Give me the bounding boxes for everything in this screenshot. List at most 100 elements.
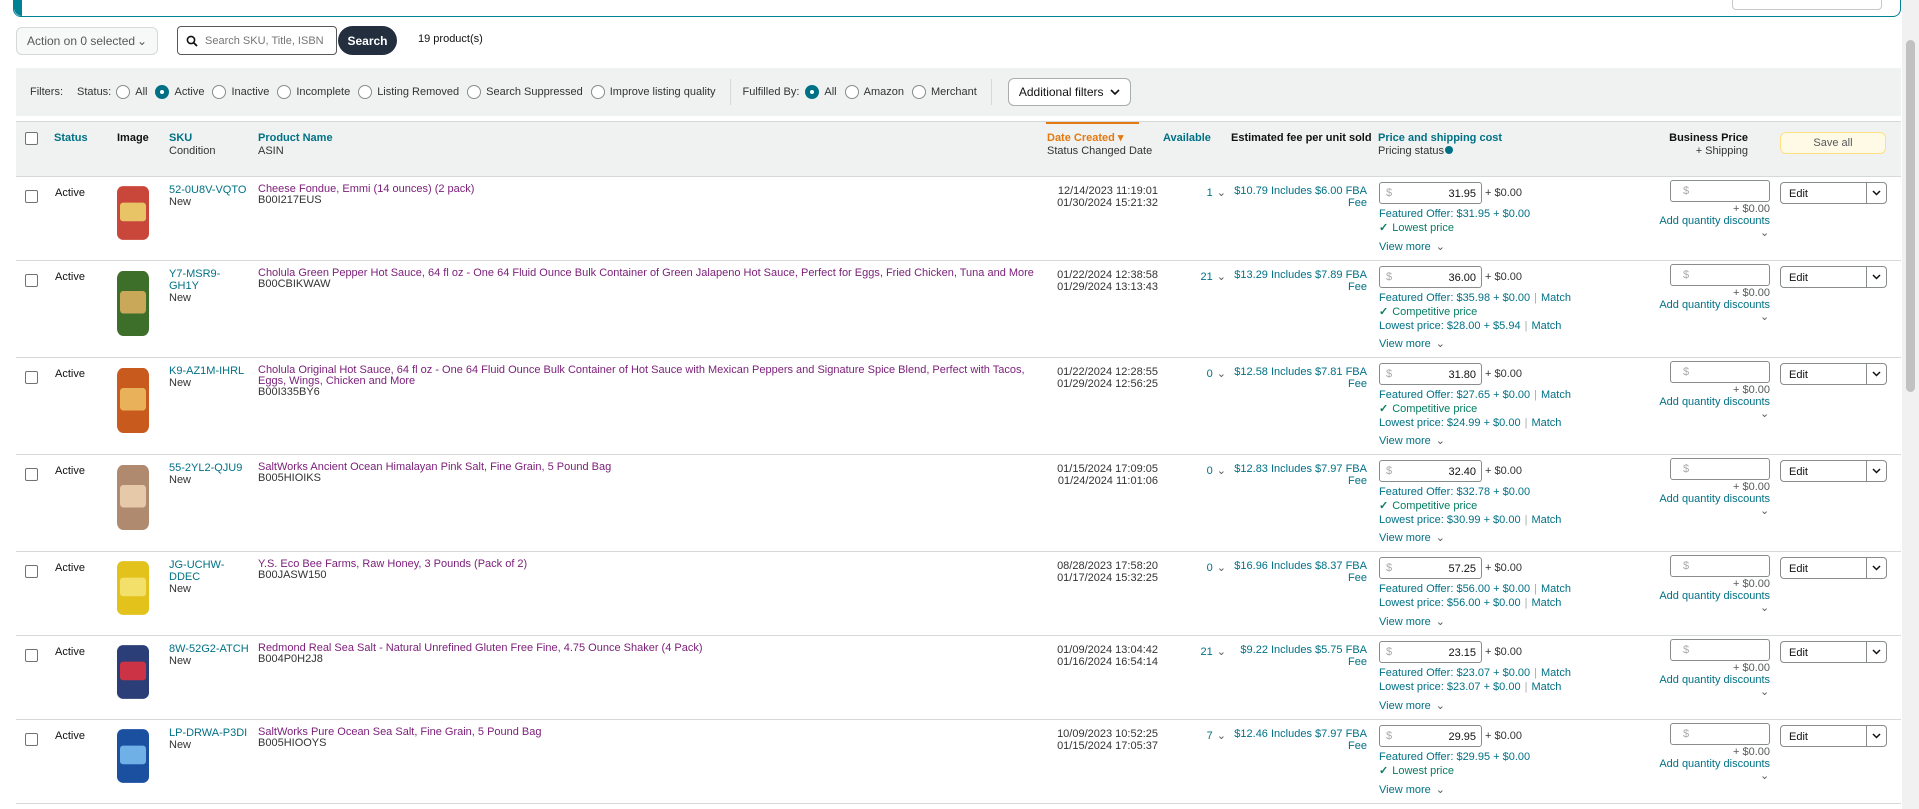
product-image[interactable] xyxy=(111,363,155,438)
edit-dropdown-toggle[interactable] xyxy=(1866,364,1886,384)
row-checkbox[interactable] xyxy=(25,649,38,662)
add-quantity-discounts-link[interactable]: Add quantity discounts xyxy=(1636,299,1770,311)
business-price-input[interactable]: $ xyxy=(1670,639,1770,661)
add-quantity-discounts-link[interactable]: Add quantity discounts xyxy=(1636,215,1770,227)
col-date-created[interactable]: Date Created ▾ xyxy=(1047,132,1152,145)
sku-link[interactable]: 52-0U8V-VQTO xyxy=(169,184,249,196)
match-link[interactable]: Match xyxy=(1541,667,1571,679)
edit-button[interactable]: Edit xyxy=(1780,460,1887,482)
save-all-button[interactable]: Save all xyxy=(1780,132,1886,154)
search-field[interactable] xyxy=(177,26,337,55)
price-input[interactable]: $57.25 xyxy=(1379,557,1482,579)
available-quantity[interactable]: 21 ⌄ xyxy=(1166,646,1226,658)
available-quantity[interactable]: 21 ⌄ xyxy=(1166,271,1226,283)
edit-dropdown-toggle[interactable] xyxy=(1866,642,1886,662)
edit-button[interactable]: Edit xyxy=(1780,182,1887,204)
fee-estimate[interactable]: $9.22 Includes $5.75 FBA xyxy=(1226,644,1367,656)
price-input[interactable]: $29.95 xyxy=(1379,725,1482,747)
product-name-link[interactable]: Cholula Original Hot Sauce, 64 fl oz - O… xyxy=(258,365,1055,387)
additional-filters-button[interactable]: Additional filters xyxy=(1007,78,1131,106)
fee-estimate[interactable]: $13.29 Includes $7.89 FBA xyxy=(1226,269,1367,281)
product-image[interactable] xyxy=(111,641,155,703)
product-name-link[interactable]: SaltWorks Ancient Ocean Himalayan Pink S… xyxy=(258,462,1055,473)
col-status[interactable]: Status xyxy=(54,132,88,145)
sku-link[interactable]: K9-AZ1M-IHRL xyxy=(169,365,249,377)
available-quantity[interactable]: 0 ⌄ xyxy=(1166,368,1226,380)
view-more-link[interactable]: View more ⌄ xyxy=(1379,338,1445,350)
business-price-input[interactable]: $ xyxy=(1670,723,1770,745)
row-checkbox[interactable] xyxy=(25,190,38,203)
row-checkbox[interactable] xyxy=(25,733,38,746)
fee-estimate[interactable]: $16.96 Includes $8.37 FBA xyxy=(1226,560,1367,572)
col-product-name[interactable]: Product Name xyxy=(258,132,333,145)
sku-link[interactable]: JG-UCHW-DDEC xyxy=(169,559,249,583)
search-input[interactable] xyxy=(203,33,328,48)
view-more-link[interactable]: View more ⌄ xyxy=(1379,616,1445,628)
price-input[interactable]: $32.40 xyxy=(1379,460,1482,482)
match-link[interactable]: Match xyxy=(1531,514,1561,526)
add-quantity-discounts-link[interactable]: Add quantity discounts xyxy=(1636,493,1770,505)
add-quantity-discounts-link[interactable]: Add quantity discounts xyxy=(1636,396,1770,408)
price-input[interactable]: $36.00 xyxy=(1379,266,1482,288)
price-input[interactable]: $23.15 xyxy=(1379,641,1482,663)
view-more-link[interactable]: View more ⌄ xyxy=(1379,241,1445,253)
fulfilled-filter-radio[interactable]: Amazon xyxy=(844,85,904,99)
view-more-link[interactable]: View more ⌄ xyxy=(1379,435,1445,447)
fee-estimate[interactable]: $12.58 Includes $7.81 FBA xyxy=(1226,366,1367,378)
product-image[interactable] xyxy=(111,460,155,535)
available-quantity[interactable]: 0 ⌄ xyxy=(1166,465,1226,477)
edit-dropdown-toggle[interactable] xyxy=(1866,461,1886,481)
info-icon[interactable] xyxy=(1445,146,1454,154)
business-price-input[interactable]: $ xyxy=(1670,555,1770,577)
fulfilled-filter-radio[interactable]: All xyxy=(805,85,837,99)
status-filter-radio[interactable]: Search Suppressed xyxy=(467,85,583,99)
page-scrollbar[interactable] xyxy=(1902,0,1919,809)
view-more-link[interactable]: View more ⌄ xyxy=(1379,784,1445,796)
product-image[interactable] xyxy=(111,725,155,787)
product-name-link[interactable]: Y.S. Eco Bee Farms, Raw Honey, 3 Pounds … xyxy=(258,559,1055,570)
fee-estimate[interactable]: $12.46 Includes $7.97 FBA xyxy=(1226,728,1367,740)
available-quantity[interactable]: 7 ⌄ xyxy=(1166,730,1226,742)
match-link[interactable]: Match xyxy=(1531,417,1561,429)
available-quantity[interactable]: 0 ⌄ xyxy=(1166,562,1226,574)
chevron-down-icon[interactable]: ⌄ xyxy=(1760,505,1769,517)
edit-dropdown-toggle[interactable] xyxy=(1866,183,1886,203)
match-link[interactable]: Match xyxy=(1541,389,1571,401)
edit-dropdown-toggle[interactable] xyxy=(1866,558,1886,578)
edit-dropdown-toggle[interactable] xyxy=(1866,726,1886,746)
edit-button[interactable]: Edit xyxy=(1780,641,1887,663)
status-filter-radio[interactable]: Inactive xyxy=(212,85,269,99)
top-right-button[interactable] xyxy=(1732,0,1882,10)
add-quantity-discounts-link[interactable]: Add quantity discounts xyxy=(1636,590,1770,602)
match-link[interactable]: Match xyxy=(1531,681,1561,693)
available-quantity[interactable]: 1 ⌄ xyxy=(1166,187,1226,199)
view-more-link[interactable]: View more ⌄ xyxy=(1379,700,1445,712)
edit-button[interactable]: Edit xyxy=(1780,725,1887,747)
status-filter-radio[interactable]: Incomplete xyxy=(277,85,350,99)
product-name-link[interactable]: Cholula Green Pepper Hot Sauce, 64 fl oz… xyxy=(258,268,1055,279)
edit-dropdown-toggle[interactable] xyxy=(1866,267,1886,287)
business-price-input[interactable]: $ xyxy=(1670,180,1770,202)
edit-button[interactable]: Edit xyxy=(1780,266,1887,288)
bulk-action-select[interactable]: Action on 0 selected ⌄ xyxy=(16,27,158,55)
match-link[interactable]: Match xyxy=(1531,597,1561,609)
product-image[interactable] xyxy=(111,182,155,244)
business-price-input[interactable]: $ xyxy=(1670,264,1770,286)
chevron-down-icon[interactable]: ⌄ xyxy=(1760,770,1769,782)
add-quantity-discounts-link[interactable]: Add quantity discounts xyxy=(1636,674,1770,686)
chevron-down-icon[interactable]: ⌄ xyxy=(1760,408,1769,420)
select-all-checkbox[interactable] xyxy=(25,132,38,145)
chevron-down-icon[interactable]: ⌄ xyxy=(1760,311,1769,323)
fulfilled-filter-radio[interactable]: Merchant xyxy=(911,85,977,99)
product-image[interactable] xyxy=(111,557,155,619)
edit-button[interactable]: Edit xyxy=(1780,363,1887,385)
match-link[interactable]: Match xyxy=(1541,292,1571,304)
sku-link[interactable]: Y7-MSR9-GH1Y xyxy=(169,268,249,292)
match-link[interactable]: Match xyxy=(1541,583,1571,595)
fee-estimate[interactable]: $12.83 Includes $7.97 FBA xyxy=(1226,463,1367,475)
product-name-link[interactable]: Redmond Real Sea Salt - Natural Unrefine… xyxy=(258,643,1055,654)
status-filter-radio[interactable]: Active xyxy=(155,85,204,99)
search-button[interactable]: Search xyxy=(338,26,397,55)
chevron-down-icon[interactable]: ⌄ xyxy=(1760,686,1769,698)
chevron-down-icon[interactable]: ⌄ xyxy=(1760,602,1769,614)
